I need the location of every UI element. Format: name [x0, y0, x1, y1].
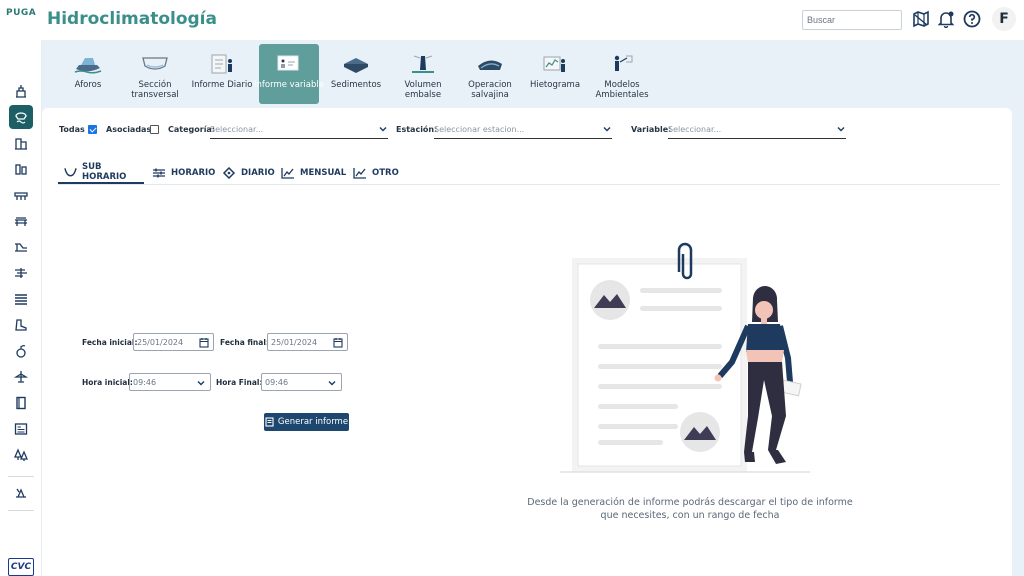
todas-label: Todas [59, 125, 85, 134]
sediment-icon [341, 51, 371, 77]
fecha-final-input[interactable]: 25/01/2024 [267, 333, 348, 351]
chevron-down-icon [837, 127, 845, 132]
document-icon [265, 417, 274, 427]
module-informe-variable[interactable]: Informe variable [254, 44, 324, 104]
sub-hourly-icon [64, 168, 77, 177]
sidebar-item-dam-icon[interactable] [9, 183, 33, 207]
module-volumen-embalse[interactable]: Volumen embalse [393, 44, 453, 104]
asociadas-checkbox[interactable] [150, 125, 159, 134]
sidebar-item-tanks-icon[interactable] [9, 157, 33, 181]
fecha-inicial-label: Fecha inicial: [82, 338, 138, 347]
hyetograph-icon [540, 51, 570, 77]
chevron-down-icon [197, 381, 205, 386]
tab-mensual[interactable]: MENSUAL [281, 162, 346, 184]
cross-section-icon [140, 51, 170, 77]
diamond-icon [222, 167, 236, 179]
estacion-label: Estación: [396, 125, 438, 134]
tabs-divider [58, 184, 1000, 185]
hora-inicial-label: Hora inicial: [82, 378, 133, 387]
sidebar-item-tools-icon[interactable] [9, 480, 33, 504]
todas-checkbox[interactable] [88, 125, 97, 134]
sidebar-item-layers-icon[interactable] [9, 287, 33, 311]
fecha-final-label: Fecha final: [220, 338, 269, 347]
module-sedimentos[interactable]: Sedimentos [326, 44, 386, 104]
help-icon[interactable] [962, 9, 982, 29]
tab-horario[interactable]: HORARIO [152, 162, 215, 184]
categoria-select[interactable]: Seleccionar... [210, 121, 388, 139]
tab-diario[interactable]: DIARIO [222, 162, 275, 184]
calendar-icon[interactable] [333, 337, 343, 348]
map-icon[interactable] [911, 9, 931, 29]
variable-label: Variable: [631, 125, 672, 134]
environmental-models-icon [607, 51, 637, 77]
calendar-icon[interactable] [199, 337, 209, 348]
module-operacion-salvajina[interactable]: Operacion salvajina [460, 44, 520, 104]
variable-select[interactable]: Seleccionar... [668, 121, 846, 139]
chevron-down-icon [328, 381, 336, 386]
sliders-icon [153, 168, 165, 178]
user-avatar[interactable]: F [992, 7, 1016, 31]
sidebar-item-buildings-icon[interactable] [9, 131, 33, 155]
hora-inicial-select[interactable]: 09:46 [129, 373, 211, 391]
estacion-select[interactable]: Seleccionar estacion... [434, 121, 612, 139]
generate-report-button[interactable]: Generar informe [264, 413, 349, 431]
hora-final-select[interactable]: 09:46 [261, 373, 342, 391]
app-logo[interactable]: PUGA [6, 8, 36, 18]
daily-report-icon [207, 51, 237, 77]
sidebar-item-hydroclimatology[interactable] [9, 105, 33, 129]
sidebar: CVC [0, 40, 42, 576]
fecha-inicial-input[interactable]: 25/01/2024 [133, 333, 214, 351]
hora-final-label: Hora Final: [216, 378, 263, 387]
line-chart-icon [353, 168, 366, 179]
asociadas-label: Asociadas [106, 125, 152, 134]
app-header: PUGA Hidroclimatología F [0, 0, 1024, 40]
sidebar-item-trees-icon[interactable] [9, 443, 33, 467]
search-input[interactable] [802, 10, 902, 30]
report-illustration [560, 242, 810, 473]
module-modelos-ambientales[interactable]: Modelos Ambientales [592, 44, 652, 104]
sidebar-item-bridge-icon[interactable] [9, 209, 33, 233]
sidebar-item-station-icon[interactable] [9, 79, 33, 103]
sidebar-item-sprout-icon[interactable] [9, 339, 33, 363]
sidebar-item-book-icon[interactable] [9, 391, 33, 415]
module-hietograma[interactable]: Hietograma [525, 44, 585, 104]
sidebar-item-wind-icon[interactable] [9, 261, 33, 285]
tab-sub-horario[interactable]: SUB HORARIO [58, 162, 144, 184]
variable-report-icon [274, 51, 304, 77]
dam-operation-icon [475, 51, 505, 77]
line-chart-icon [281, 168, 294, 179]
sidebar-item-report-icon[interactable] [9, 417, 33, 441]
categoria-label: Categoría: [168, 125, 216, 134]
sidebar-item-plane-icon[interactable] [9, 365, 33, 389]
module-aforos[interactable]: Aforos [58, 44, 118, 104]
lighthouse-icon [408, 51, 438, 77]
page-title: Hidroclimatología [47, 9, 217, 29]
cvc-logo: CVC [8, 558, 34, 576]
notification-bell-icon[interactable] [936, 9, 956, 29]
tab-otro[interactable]: OTRO [353, 162, 399, 184]
empty-state-message: Desde la generación de informe podrás de… [527, 497, 853, 521]
sidebar-item-boot-icon[interactable] [9, 313, 33, 337]
boat-icon [73, 51, 103, 77]
chevron-down-icon [603, 127, 611, 132]
module-informe-diario[interactable]: Informe Diario [192, 44, 252, 104]
sidebar-divider [8, 476, 34, 477]
module-seccion-transversal[interactable]: Sección transversal [125, 44, 185, 104]
chevron-down-icon [379, 127, 387, 132]
sidebar-divider [8, 510, 34, 511]
sidebar-item-flow-icon[interactable] [9, 235, 33, 259]
